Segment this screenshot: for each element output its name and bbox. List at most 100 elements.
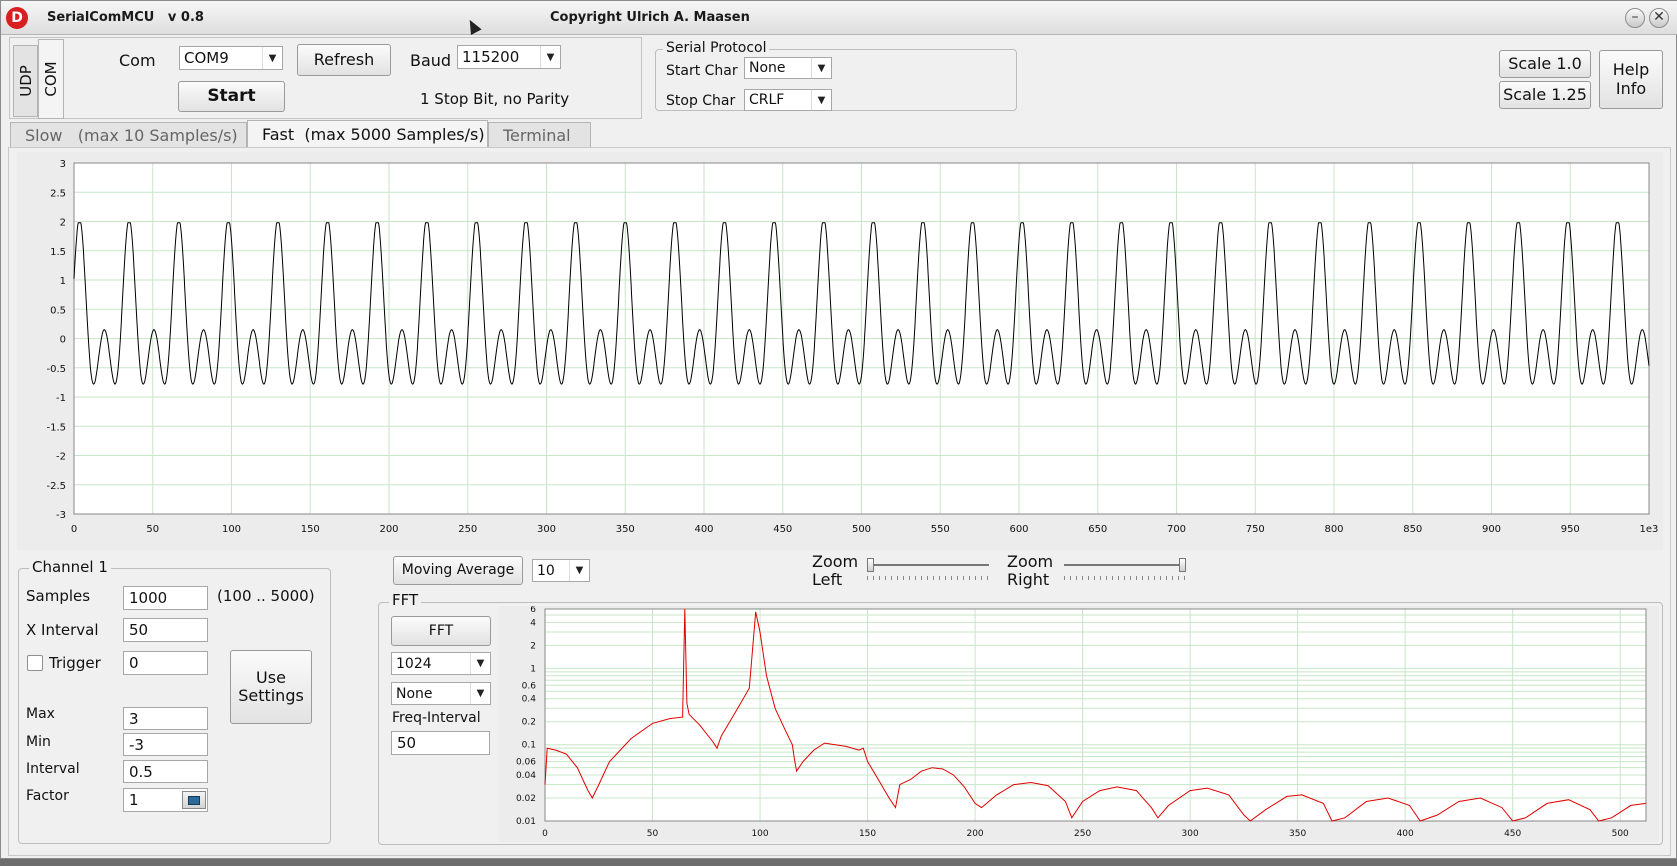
y-tick-label: -3 [56, 510, 66, 521]
fft-size-select[interactable]: 1024 ▼ [391, 652, 491, 675]
zoom-left-track [867, 564, 989, 566]
x-interval-input[interactable]: 50 [123, 618, 208, 642]
zoom-right-label: Zoom Right [1007, 553, 1053, 589]
fft-chart[interactable]: 6 4 2 1 0.6 0.4 0.2 0.1 0.06 0.04 0.02 0.01 0 50 100 1… [499, 606, 1659, 842]
zoom-left-slider[interactable] [867, 557, 989, 583]
max-input[interactable]: 3 [123, 707, 208, 730]
fft-x-tick-label: 200 [966, 829, 983, 839]
baud-label: Baud [410, 51, 452, 70]
y-tick-label: -2 [56, 452, 66, 463]
factor-label: Factor [26, 788, 69, 804]
baud-select[interactable]: 115200 ▼ [457, 45, 561, 69]
trigger-checkbox[interactable] [27, 655, 43, 671]
chevron-down-icon: ▼ [470, 683, 490, 704]
min-input[interactable]: -3 [123, 733, 208, 756]
zoom-left-label-1: Zoom [812, 552, 859, 571]
fft-y-tick-label: 4 [530, 618, 536, 628]
help-info-button[interactable]: Help Info [1599, 50, 1663, 109]
title-bar[interactable]: D SerialComMCU v 0.8 Copyright Ulrich A.… [1, 1, 1677, 35]
calculator-button[interactable] [182, 791, 206, 809]
x-tick-label: 450 [773, 524, 792, 535]
zoom-left-ticks [867, 576, 989, 580]
fft-button[interactable]: FFT [391, 616, 491, 646]
x-tick-label: 950 [1561, 524, 1580, 535]
minimize-button[interactable]: – [1625, 8, 1645, 28]
moving-average-select[interactable]: 10 ▼ [532, 559, 590, 582]
tab-terminal[interactable]: Terminal [488, 122, 591, 147]
zoom-right-thumb[interactable] [1179, 558, 1186, 572]
fft-x-tick-label: 0 [542, 829, 548, 839]
tab-udp[interactable]: UDP [13, 45, 38, 117]
stop-bit-text: 1 Stop Bit, no Parity [420, 90, 570, 108]
x-tick-label: 350 [616, 524, 635, 535]
samples-input[interactable]: 1000 [123, 586, 208, 610]
use-settings-button[interactable]: Use Settings [230, 650, 312, 724]
app-title: SerialComMCU v 0.8 [47, 10, 204, 25]
interval-input[interactable]: 0.5 [123, 760, 208, 783]
info-label: Info [1615, 78, 1647, 98]
fft-y-tick-label: 0.6 [522, 681, 537, 691]
fft-title: FFT [389, 591, 422, 609]
stop-char-label: Stop Char [666, 93, 736, 109]
fft-x-tick-label: 150 [859, 829, 876, 839]
y-tick-label: -2.5 [46, 481, 66, 492]
freq-interval-input[interactable]: 50 [391, 731, 490, 755]
channel-title: Channel 1 [29, 558, 111, 576]
serial-protocol-title: Serial Protocol [663, 40, 770, 56]
fft-x-tick-label: 500 [1612, 829, 1629, 839]
interval-label: Interval [26, 761, 80, 777]
max-label: Max [26, 706, 55, 722]
tab-udp-label: UDP [16, 65, 35, 97]
moving-average-button[interactable]: Moving Average [393, 556, 523, 585]
zoom-right-slider[interactable] [1064, 557, 1186, 583]
fft-x-tick-label: 350 [1289, 829, 1306, 839]
freq-interval-label: Freq-Interval [392, 710, 481, 726]
x-tick-label: 600 [1009, 524, 1028, 535]
scale-1-0-button[interactable]: Scale 1.0 [1499, 50, 1591, 78]
x-tick-label: 800 [1324, 524, 1343, 535]
fft-x-tick-label: 450 [1504, 829, 1521, 839]
samples-label: Samples [26, 587, 91, 605]
app-logo-icon: D [6, 7, 28, 29]
start-char-select[interactable]: None ▼ [744, 57, 832, 79]
zoom-left-label: Zoom Left [812, 553, 858, 589]
fft-x-tick-label: 50 [647, 829, 659, 839]
stop-char-value: CRLF [749, 92, 785, 108]
chevron-down-icon: ▼ [811, 58, 831, 78]
tab-com[interactable]: COM [38, 39, 64, 119]
time-series-chart[interactable]: 3 2.5 2 1.5 1 0.5 0 -0.5 -1 -1.5 -2 -2.5 -3 0 50 100 15… [17, 152, 1663, 550]
fft-window-select[interactable]: None ▼ [391, 682, 491, 705]
fft-y-tick-label: 0.01 [516, 817, 536, 827]
fft-window-value: None [396, 685, 433, 702]
close-button[interactable]: ✕ [1649, 8, 1669, 28]
tab-fast[interactable]: Fast (max 5000 Samples/s) [247, 120, 488, 147]
start-button[interactable]: Start [178, 81, 285, 112]
fft-size-value: 1024 [396, 655, 432, 672]
x-tick-label: 750 [1246, 524, 1265, 535]
scale-1-25-button[interactable]: Scale 1.25 [1499, 81, 1591, 109]
refresh-button[interactable]: Refresh [297, 44, 391, 76]
com-select[interactable]: COM9 ▼ [179, 46, 283, 70]
trigger-label: Trigger [49, 654, 101, 672]
stop-char-select[interactable]: CRLF ▼ [744, 89, 832, 111]
com-select-value: COM9 [184, 49, 229, 67]
y-tick-label: 2 [60, 218, 66, 229]
fft-y-tick-label: 2 [530, 641, 536, 651]
baud-select-value: 115200 [462, 48, 520, 66]
zoom-left-thumb[interactable] [867, 558, 874, 572]
mouse-cursor-icon [464, 17, 482, 35]
fft-y-tick-label: 0.4 [522, 695, 537, 705]
fft-x-tick-label: 300 [1182, 829, 1199, 839]
fft-x-tick-label: 100 [751, 829, 768, 839]
x-tick-label: 150 [301, 524, 320, 535]
fft-y-tick-label: 1 [530, 664, 536, 674]
fft-x-tick-label: 250 [1074, 829, 1091, 839]
x-tick-label: 400 [694, 524, 713, 535]
factor-input[interactable]: 1 [123, 788, 208, 812]
start-char-value: None [749, 60, 786, 76]
chevron-down-icon: ▼ [569, 560, 589, 581]
x-tick-label: 550 [931, 524, 950, 535]
trigger-input[interactable]: 0 [123, 651, 208, 675]
x-tick-label: 200 [379, 524, 398, 535]
tab-slow[interactable]: Slow (max 10 Samples/s) [10, 122, 247, 147]
